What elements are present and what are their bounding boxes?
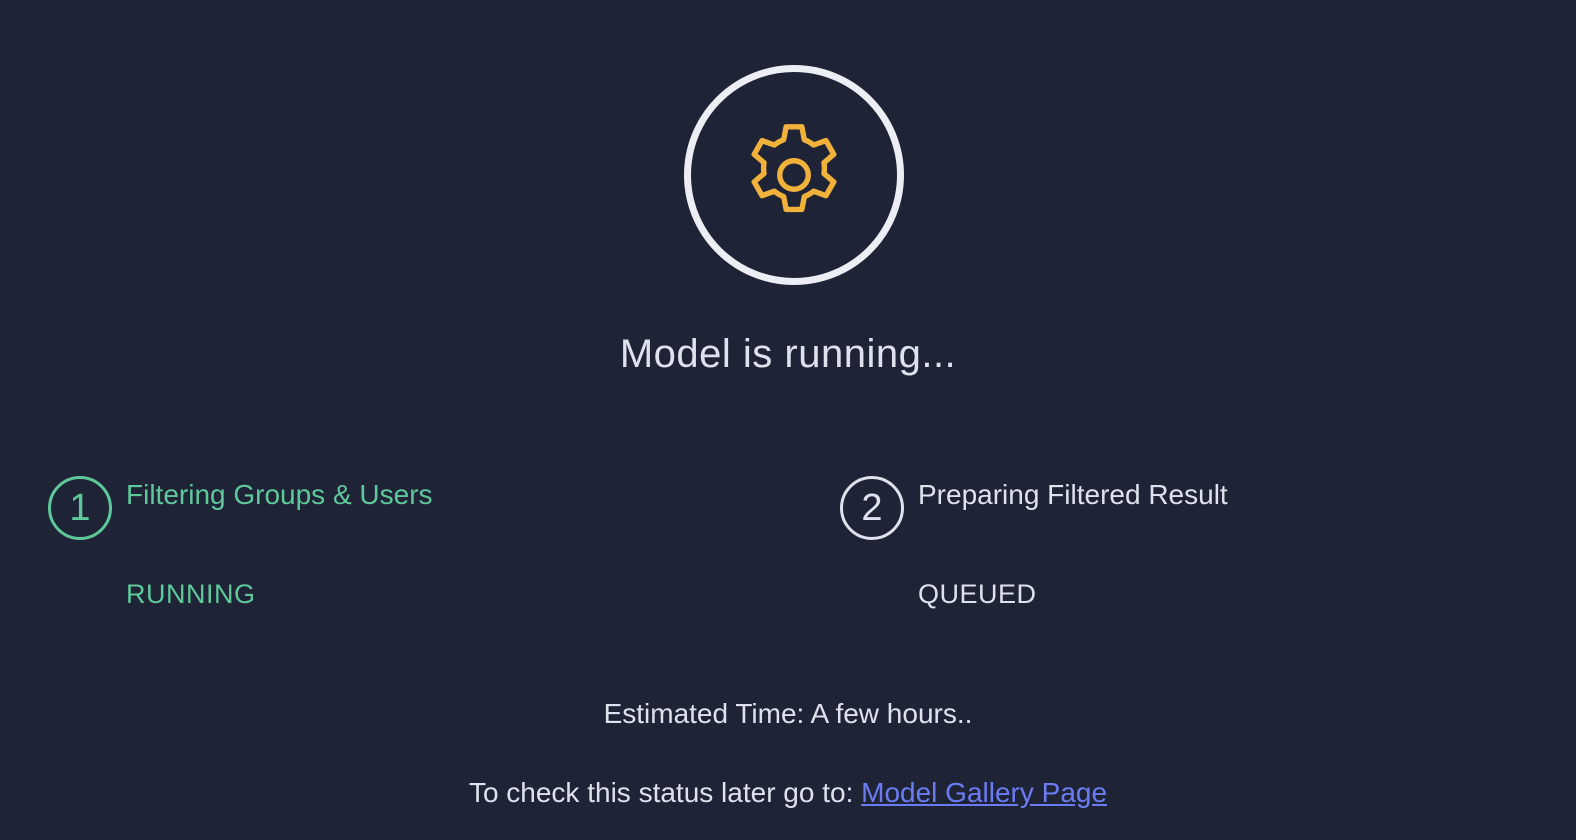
status-icon-ring xyxy=(684,65,904,285)
step-number-badge: 2 xyxy=(840,476,904,540)
step-title: Filtering Groups & Users xyxy=(126,479,433,510)
step-title: Preparing Filtered Result xyxy=(918,479,1228,510)
model-gallery-link[interactable]: Model Gallery Page xyxy=(861,777,1107,808)
step-number-badge: 1 xyxy=(48,476,112,540)
estimated-time: Estimated Time: A few hours.. xyxy=(603,698,973,729)
gear-icon xyxy=(751,124,837,213)
step-status: QUEUED xyxy=(918,579,1037,609)
page-title: Model is running... xyxy=(619,332,957,376)
step-status: RUNNING xyxy=(126,579,256,609)
check-later-message: To check this status later go to: Model … xyxy=(0,776,1576,810)
model-running-page: Model is running... 1 Filtering Groups &… xyxy=(0,0,1576,840)
check-later-prefix: To check this status later go to: xyxy=(468,777,862,808)
